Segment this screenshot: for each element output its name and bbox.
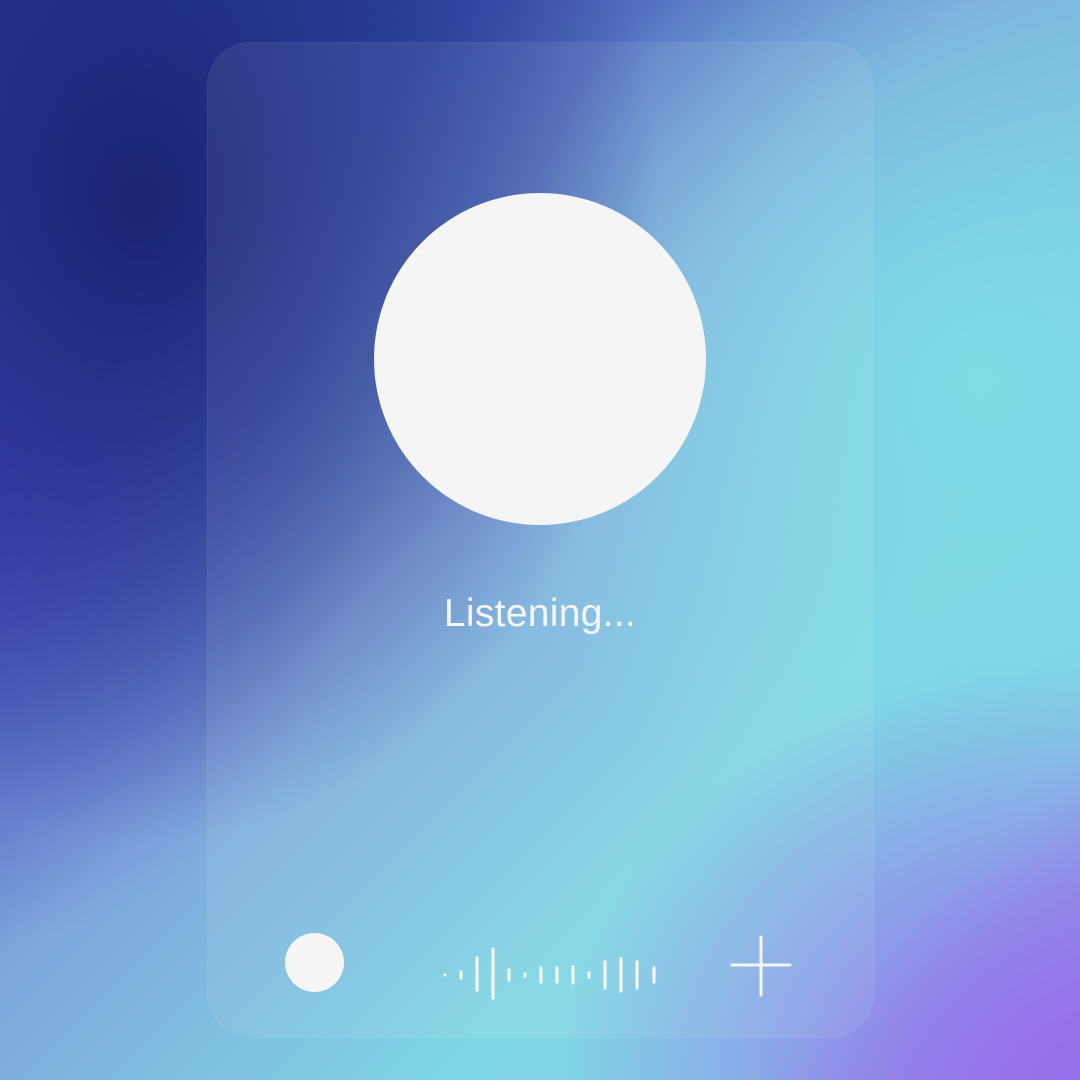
avatar (374, 193, 706, 525)
record-button[interactable] (285, 933, 344, 992)
plus-icon[interactable] (730, 935, 792, 997)
listening-card (207, 42, 874, 1038)
audio-waveform-icon (443, 947, 656, 1000)
listening-status-text: Listening... (443, 592, 637, 635)
